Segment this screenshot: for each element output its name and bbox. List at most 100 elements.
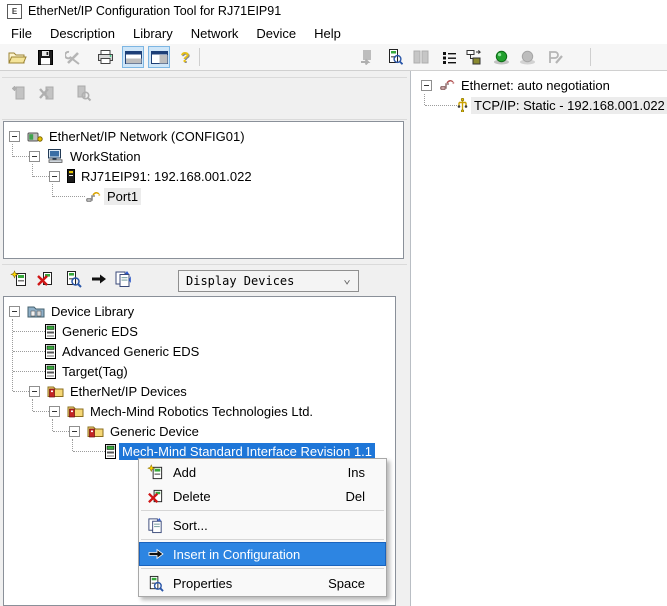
context-menu-sort[interactable]: Sort... bbox=[139, 513, 386, 537]
collapse-toggle-icon[interactable] bbox=[421, 80, 432, 91]
tree-node-device-library[interactable]: Device Library bbox=[5, 301, 394, 321]
layout-right-button[interactable] bbox=[148, 46, 170, 68]
tree-node-ethernet-ip-devices[interactable]: EtherNet/IP Devices bbox=[5, 381, 394, 401]
tree-connector bbox=[73, 451, 105, 452]
online-globe-icon bbox=[493, 50, 510, 65]
insert-arrow-icon bbox=[91, 273, 107, 285]
tree-connector bbox=[13, 331, 45, 332]
menu-item-label: Delete bbox=[173, 489, 211, 504]
menu-separator bbox=[141, 568, 384, 569]
tree-node-generic-eds[interactable]: Generic EDS bbox=[5, 321, 394, 341]
help-icon: ? bbox=[180, 49, 189, 66]
tree-node-workstation[interactable]: WorkStation bbox=[5, 146, 402, 166]
port-icon bbox=[85, 190, 101, 203]
tree-node-label: Advanced Generic EDS bbox=[59, 343, 202, 360]
network-diagram-toolbar-button[interactable] bbox=[462, 46, 484, 68]
tree-node-label: Ethernet: auto negotiation bbox=[458, 77, 613, 94]
collapse-toggle-icon[interactable] bbox=[9, 131, 20, 142]
divider bbox=[2, 264, 407, 265]
menu-network[interactable]: Network bbox=[182, 24, 248, 43]
insert-in-configuration-button[interactable] bbox=[88, 268, 110, 290]
tree-node-label: EtherNet/IP Devices bbox=[67, 383, 190, 400]
menu-help[interactable]: Help bbox=[305, 24, 350, 43]
window-layout-left-icon bbox=[125, 51, 142, 64]
menu-device[interactable]: Device bbox=[247, 24, 305, 43]
duplicate-device-toolbar-button bbox=[410, 46, 432, 68]
tree-node-label: Target(Tag) bbox=[59, 363, 131, 380]
context-menu-properties[interactable]: Properties Space bbox=[139, 571, 386, 595]
tree-connector bbox=[13, 371, 45, 372]
delete-device-disabled-icon bbox=[38, 84, 56, 102]
eds-device-icon bbox=[45, 324, 56, 339]
diagnostics-disabled-icon bbox=[547, 50, 563, 65]
collapse-toggle-icon[interactable] bbox=[29, 386, 40, 397]
device-properties-disabled-icon bbox=[74, 84, 92, 102]
list-view-toolbar-button[interactable] bbox=[438, 46, 460, 68]
collapse-toggle-icon[interactable] bbox=[29, 151, 40, 162]
menu-item-label: Add bbox=[173, 465, 196, 480]
toolbar-separator bbox=[590, 48, 591, 66]
module-icon bbox=[67, 169, 75, 183]
collapse-toggle-icon[interactable] bbox=[49, 406, 60, 417]
eds-device-icon bbox=[105, 444, 116, 459]
tree-node-label: WorkStation bbox=[67, 148, 144, 165]
device-properties-toolbar-button[interactable] bbox=[384, 46, 406, 68]
add-device-button[interactable] bbox=[8, 268, 30, 290]
collapse-toggle-icon[interactable] bbox=[69, 426, 80, 437]
ethernet-plug-icon bbox=[439, 79, 455, 91]
sort-icon bbox=[114, 270, 132, 288]
tree-node-tcpip-static[interactable]: TCP/IP: Static - 192.168.001.022 bbox=[412, 95, 666, 115]
context-menu-add[interactable]: Add Ins bbox=[139, 460, 386, 484]
toolbar-separator bbox=[199, 48, 200, 66]
chevron-down-icon: ⌄ bbox=[343, 272, 351, 287]
eds-device-icon bbox=[45, 344, 56, 359]
open-file-button[interactable] bbox=[6, 46, 28, 68]
save-button[interactable] bbox=[34, 46, 56, 68]
divider bbox=[2, 77, 407, 78]
device-properties-button[interactable] bbox=[62, 268, 84, 290]
menu-item-label: Properties bbox=[173, 576, 232, 591]
title-bar: E EtherNet/IP Configuration Tool for RJ7… bbox=[0, 0, 667, 22]
tree-node-rj71eip91[interactable]: RJ71EIP91: 192.168.001.022 bbox=[5, 166, 402, 186]
context-menu-delete[interactable]: Delete Del bbox=[139, 484, 386, 508]
window-title: EtherNet/IP Configuration Tool for RJ71E… bbox=[28, 4, 281, 18]
menu-description[interactable]: Description bbox=[41, 24, 124, 43]
sort-button[interactable] bbox=[112, 268, 134, 290]
duplicate-device-disabled-icon bbox=[413, 50, 429, 65]
help-button[interactable]: ? bbox=[174, 46, 196, 68]
tree-node-ethernet-ip-network[interactable]: EtherNet/IP Network (CONFIG01) bbox=[5, 126, 402, 146]
add-device-disabled-icon bbox=[10, 84, 28, 102]
delete-device-button[interactable] bbox=[34, 268, 56, 290]
menu-file[interactable]: File bbox=[2, 24, 41, 43]
tree-node-target-tag[interactable]: Target(Tag) bbox=[5, 361, 394, 381]
display-filter-dropdown[interactable]: Display Devices ⌄ bbox=[178, 270, 359, 292]
build-tools-button bbox=[62, 46, 84, 68]
tree-node-advanced-generic-eds[interactable]: Advanced Generic EDS bbox=[5, 341, 394, 361]
menu-library[interactable]: Library bbox=[124, 24, 182, 43]
go-online-toolbar-button[interactable] bbox=[490, 46, 512, 68]
menu-item-shortcut: Ins bbox=[348, 465, 365, 480]
network-toolbar bbox=[10, 84, 92, 102]
tree-connector bbox=[13, 156, 29, 157]
delete-device-icon bbox=[146, 488, 165, 505]
ethernet-settings-panel: Ethernet: auto negotiation TCP/IP: Stati… bbox=[410, 71, 667, 606]
tree-node-label: TCP/IP: Static - 192.168.001.022 bbox=[471, 97, 667, 114]
device-folder-icon bbox=[87, 424, 104, 438]
tree-node-ethernet-auto-negotiation[interactable]: Ethernet: auto negotiation bbox=[412, 75, 666, 95]
collapse-toggle-icon[interactable] bbox=[9, 306, 20, 317]
print-button[interactable] bbox=[94, 46, 116, 68]
context-menu-insert-in-configuration[interactable]: Insert in Configuration bbox=[139, 542, 386, 566]
tree-node-generic-device[interactable]: Generic Device bbox=[5, 421, 394, 441]
library-folder-icon bbox=[27, 304, 45, 318]
eds-device-icon bbox=[45, 364, 56, 379]
menu-bar: File Description Library Network Device … bbox=[0, 22, 667, 44]
tree-node-mech-mind-robotics[interactable]: Mech-Mind Robotics Technologies Ltd. bbox=[5, 401, 394, 421]
layout-left-button[interactable] bbox=[122, 46, 144, 68]
collapse-toggle-icon[interactable] bbox=[49, 171, 60, 182]
printer-icon bbox=[97, 50, 114, 64]
diagnostics-toolbar-button bbox=[544, 46, 566, 68]
menu-item-shortcut: Del bbox=[345, 489, 365, 504]
delete-device-icon bbox=[36, 270, 54, 288]
tree-node-port1[interactable]: Port1 bbox=[5, 186, 402, 206]
tree-connector bbox=[425, 105, 457, 106]
